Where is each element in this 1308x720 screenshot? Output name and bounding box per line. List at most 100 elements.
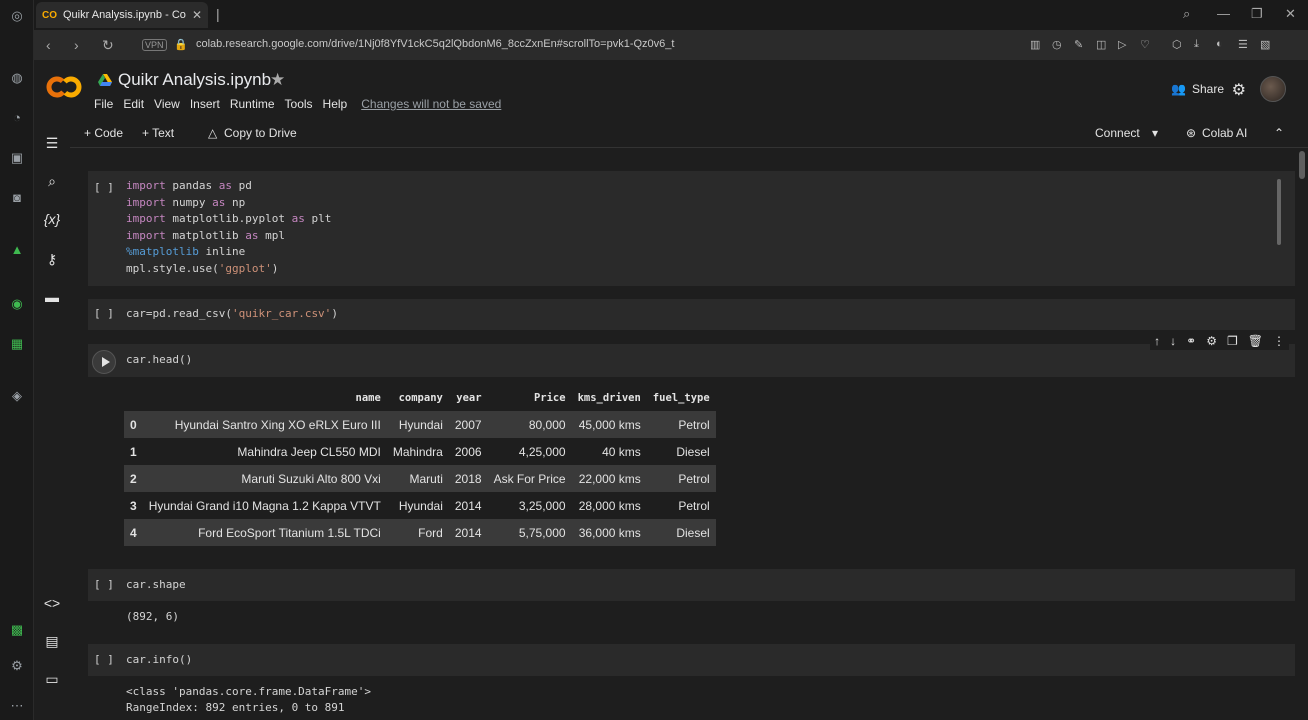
download-icon[interactable]: ⤓ (1194, 38, 1199, 51)
heart-icon[interactable]: ♡ (1140, 38, 1150, 51)
code-editor[interactable]: car.shape (126, 577, 186, 594)
run-cell-bracket[interactable]: [ ] (94, 181, 114, 194)
menu-runtime[interactable]: Runtime (230, 97, 275, 111)
key-icon[interactable]: ⚷ (43, 250, 61, 268)
minimize-icon[interactable]: — (1217, 6, 1230, 21)
profile-icon[interactable]: ▧ (1260, 38, 1270, 51)
code-editor[interactable]: car=pd.read_csv('quikr_car.csv') (126, 306, 338, 323)
avatar[interactable] (1260, 76, 1286, 102)
run-cell-bracket[interactable]: [ ] (94, 307, 114, 320)
editor-scrollbar[interactable] (1277, 179, 1281, 245)
code-editor[interactable]: car.head() (126, 352, 192, 369)
table-cell: 3,25,000 (518, 498, 566, 513)
table-of-contents-icon[interactable]: ☰ (43, 134, 61, 152)
command-palette-icon[interactable]: ▤ (43, 632, 61, 650)
close-icon[interactable]: ✕ (192, 8, 202, 22)
easy-setup-icon[interactable]: ☰ (1238, 38, 1248, 51)
connect-button[interactable]: Connect (1095, 126, 1140, 140)
cell-settings-icon[interactable]: ⚙ (1206, 334, 1217, 348)
forward-icon[interactable]: › (74, 37, 79, 53)
sidebar-game-icon[interactable]: ◍ (9, 70, 25, 86)
browser-logo-icon[interactable]: ◎ (9, 8, 25, 24)
box-icon[interactable]: ⬡ (1172, 38, 1182, 51)
lock-icon[interactable]: 🔒 (174, 38, 188, 51)
table-cell: Hyundai Grand i10 Magna 1.2 Kappa VTVT (148, 498, 381, 513)
menu-edit[interactable]: Edit (123, 97, 144, 111)
search-icon[interactable]: ⌕ (1183, 6, 1190, 22)
code-cell-read-csv[interactable]: [ ] car=pd.read_csv('quikr_car.csv') (88, 299, 1295, 330)
code-cell-imports[interactable]: [ ] import pandas as pd import numpy as n… (88, 171, 1295, 286)
sidebar-app-icon[interactable]: ▲ (9, 242, 25, 258)
folder-icon[interactable]: ▬ (43, 288, 61, 306)
collapse-header-icon[interactable]: ⌃ (1274, 126, 1284, 140)
page-scrollbar[interactable] (1298, 149, 1306, 720)
sidebar-speed-icon[interactable]: ◔ (9, 110, 25, 126)
sidebar-settings-icon[interactable]: ⚙ (9, 658, 25, 674)
code-cell-info[interactable]: [ ] car.info() (88, 644, 1295, 676)
colab-logo-icon[interactable] (46, 74, 82, 100)
settings-gear-icon[interactable]: ⚙ (1232, 80, 1246, 100)
menu-help[interactable]: Help (323, 97, 348, 111)
chevron-down-icon[interactable]: ▾ (1152, 126, 1158, 140)
shape-output: (892, 6) (126, 610, 179, 623)
close-window-icon[interactable]: ✕ (1285, 6, 1296, 22)
menu-insert[interactable]: Insert (190, 97, 220, 111)
sidebar-whatsapp-icon[interactable]: ◉ (9, 296, 25, 312)
code-snippets-icon[interactable]: <> (43, 594, 61, 612)
terminal-icon[interactable]: ▭ (43, 670, 61, 688)
code-editor[interactable]: import pandas as pd import numpy as np imp… (126, 178, 331, 278)
table-cell: Petrol (646, 411, 716, 438)
column-header: year (456, 391, 482, 404)
camera-icon[interactable]: ◫ (1096, 38, 1106, 51)
code-editor[interactable]: car.info() (126, 652, 192, 669)
code-cell-shape[interactable]: [ ] car.shape (88, 569, 1295, 601)
move-up-icon[interactable]: ↑ (1154, 334, 1160, 348)
link-icon[interactable]: ⚭ (1186, 334, 1196, 348)
url-field[interactable]: colab.research.google.com/drive/1Nj0f8Yf… (196, 38, 674, 50)
sidebar-bag-icon[interactable]: ▣ (9, 150, 25, 166)
run-cell-bracket[interactable]: [ ] (94, 653, 114, 666)
sidebar-more-icon[interactable]: ⋯ (9, 698, 25, 714)
scrollbar-thumb[interactable] (1299, 151, 1305, 179)
copy-to-drive-button[interactable]: Copy to Drive (224, 126, 297, 140)
mirror-cell-icon[interactable]: ❐ (1227, 334, 1238, 348)
menu-tools[interactable]: Tools (285, 97, 313, 111)
play-icon[interactable]: ▷ (1118, 38, 1126, 51)
table-cell: 4,25,000 (518, 444, 566, 459)
move-down-icon[interactable]: ↓ (1170, 334, 1176, 348)
sidebar-vk-icon[interactable]: ◙ (9, 190, 25, 206)
delete-icon[interactable]: 🗑 (1248, 334, 1263, 348)
code-cell-head[interactable]: car.head() ↑ ↓ ⚭ ⚙ ❐ 🗑 ⋮ (88, 332, 1295, 377)
sidebar-extension-icon[interactable]: ◈ (9, 388, 25, 404)
browser-tab[interactable]: CO Quikr Analysis.ipynb - Cola ✕ (36, 2, 208, 28)
menu-file[interactable]: File (94, 97, 113, 111)
more-options-icon[interactable]: ⋮ (1273, 334, 1285, 348)
run-cell-bracket[interactable]: [ ] (94, 578, 114, 591)
sidebar-app2-icon[interactable]: ▩ (9, 622, 25, 638)
menu-view[interactable]: View (154, 97, 180, 111)
reload-icon[interactable]: ↻ (102, 37, 114, 54)
notebook-title[interactable]: Quikr Analysis.ipynb (98, 70, 271, 90)
table-cell: 2 (124, 465, 143, 492)
add-text-button[interactable]: + Text (142, 126, 174, 140)
vpn-badge[interactable]: VPN (142, 39, 167, 51)
table-cell: 2007 (448, 411, 488, 438)
vpn-icon[interactable]: ◐ (1216, 38, 1223, 50)
back-icon[interactable]: ‹ (46, 37, 51, 53)
share-button[interactable]: 👥 Share (1171, 82, 1224, 96)
star-icon[interactable]: ★ (270, 70, 285, 90)
snapshot-icon[interactable]: ◷ (1052, 38, 1062, 51)
colab-ai-button[interactable]: Colab AI (1202, 126, 1247, 140)
edit-icon[interactable]: ✎ (1074, 38, 1083, 51)
column-header: kms_driven (577, 391, 641, 404)
maximize-icon[interactable]: ❐ (1251, 6, 1263, 22)
add-code-button[interactable]: + Code (84, 126, 123, 140)
search-icon[interactable]: ⌕ (43, 172, 61, 190)
run-cell-button[interactable] (92, 350, 116, 374)
variables-icon[interactable]: {x} (43, 210, 61, 228)
table-cell: Hyundai (398, 498, 443, 513)
reader-icon[interactable]: ▥ (1030, 38, 1040, 51)
changes-not-saved-link[interactable]: Changes will not be saved (361, 97, 501, 111)
sidebar-discord-icon[interactable]: ▦ (9, 336, 25, 352)
notebook-title-text[interactable]: Quikr Analysis.ipynb (118, 70, 271, 90)
